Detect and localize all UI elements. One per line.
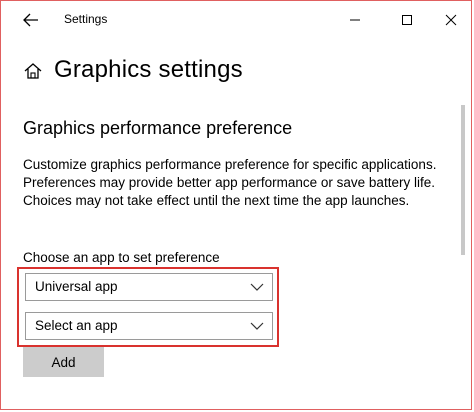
section-description: Customize graphics performance preferenc… <box>23 157 437 208</box>
app-type-selected: Universal app <box>35 279 118 294</box>
page-title: Graphics settings <box>54 56 243 83</box>
back-arrow-icon[interactable] <box>20 10 42 30</box>
chevron-down-icon <box>250 283 264 291</box>
title-bar: Settings <box>1 1 471 39</box>
app-type-dropdown[interactable]: Universal app <box>25 273 273 301</box>
section-title: Graphics performance preference <box>23 118 293 138</box>
app-select-selected: Select an app <box>35 318 118 333</box>
add-button[interactable]: Add <box>23 347 104 377</box>
settings-window: Settings Graphics settings Graphics perf… <box>0 0 472 410</box>
minimize-icon[interactable] <box>343 9 367 31</box>
home-icon <box>23 62 43 80</box>
choose-app-label: Choose an app to set preference <box>23 250 220 265</box>
maximize-icon[interactable] <box>395 9 419 31</box>
window-title: Settings <box>64 12 108 26</box>
chevron-down-icon <box>250 322 264 330</box>
close-icon[interactable] <box>439 9 463 31</box>
app-select-dropdown[interactable]: Select an app <box>25 312 273 340</box>
scrollbar[interactable] <box>461 105 465 255</box>
